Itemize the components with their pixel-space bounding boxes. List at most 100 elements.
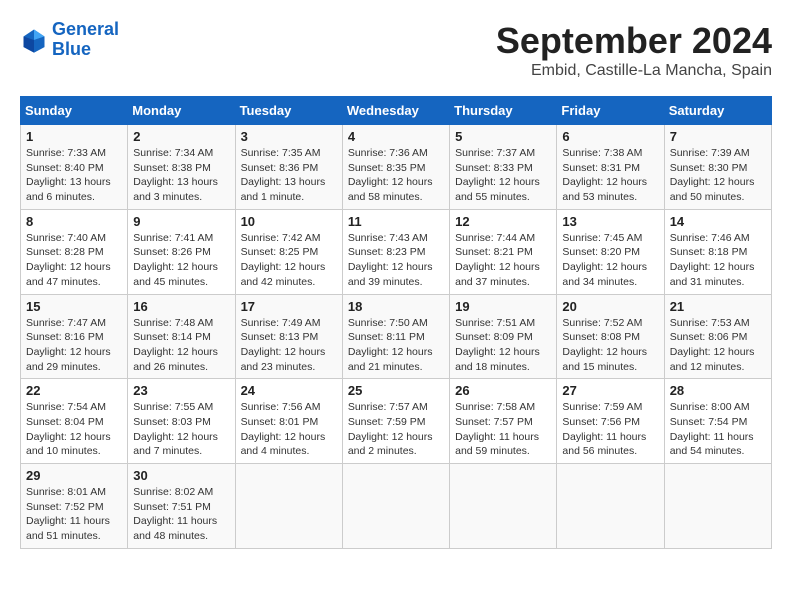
day-number: 8: [26, 214, 122, 229]
day-info: Sunrise: 7:56 AMSunset: 8:01 PMDaylight:…: [241, 400, 337, 459]
calendar-row: 22 Sunrise: 7:54 AMSunset: 8:04 PMDayligh…: [21, 379, 772, 464]
day-number: 25: [348, 383, 444, 398]
calendar-cell: 14 Sunrise: 7:46 AMSunset: 8:18 PMDayligh…: [664, 209, 771, 294]
calendar-cell: 27Sunrise: 7:59 AMSunset: 7:56 PMDayligh…: [557, 379, 664, 464]
day-info: Sunrise: 8:00 AMSunset: 7:54 PMDaylight:…: [670, 400, 766, 459]
page-container: General Blue September 2024 Embid, Casti…: [20, 20, 772, 549]
logo-line2: Blue: [52, 39, 91, 59]
col-wednesday: Wednesday: [342, 97, 449, 125]
day-info: Sunrise: 7:48 AMSunset: 8:14 PMDaylight:…: [133, 316, 229, 375]
day-info: Sunrise: 7:57 AMSunset: 7:59 PMDaylight:…: [348, 400, 444, 459]
month-title: September 2024: [496, 20, 772, 62]
logo-line1: General: [52, 19, 119, 39]
day-number: 18: [348, 299, 444, 314]
calendar-cell: 6Sunrise: 7:38 AMSunset: 8:31 PMDaylight…: [557, 125, 664, 210]
day-info: Sunrise: 7:42 AMSunset: 8:25 PMDaylight:…: [241, 231, 337, 290]
calendar-row: 29Sunrise: 8:01 AMSunset: 7:52 PMDayligh…: [21, 464, 772, 549]
calendar-row: 15 Sunrise: 7:47 AMSunset: 8:16 PMDayligh…: [21, 294, 772, 379]
calendar-cell: [664, 464, 771, 549]
day-info: Sunrise: 7:59 AMSunset: 7:56 PMDaylight:…: [562, 400, 658, 459]
calendar-cell: 25 Sunrise: 7:57 AMSunset: 7:59 PMDayligh…: [342, 379, 449, 464]
day-number: 17: [241, 299, 337, 314]
day-info: Sunrise: 7:34 AMSunset: 8:38 PMDaylight:…: [133, 146, 229, 205]
day-number: 9: [133, 214, 229, 229]
day-info: Sunrise: 8:02 AMSunset: 7:51 PMDaylight:…: [133, 485, 229, 544]
day-number: 5: [455, 129, 551, 144]
col-sunday: Sunday: [21, 97, 128, 125]
logo: General Blue: [20, 20, 119, 60]
day-info: Sunrise: 7:47 AMSunset: 8:16 PMDaylight:…: [26, 316, 122, 375]
col-monday: Monday: [128, 97, 235, 125]
col-tuesday: Tuesday: [235, 97, 342, 125]
day-info: Sunrise: 7:38 AMSunset: 8:31 PMDaylight:…: [562, 146, 658, 205]
day-number: 13: [562, 214, 658, 229]
day-info: Sunrise: 7:46 AMSunset: 8:18 PMDaylight:…: [670, 231, 766, 290]
location-title: Embid, Castille-La Mancha, Spain: [496, 62, 772, 80]
calendar-cell: 10Sunrise: 7:42 AMSunset: 8:25 PMDayligh…: [235, 209, 342, 294]
calendar-cell: 20 Sunrise: 7:52 AMSunset: 8:08 PMDayligh…: [557, 294, 664, 379]
calendar-row: 1Sunrise: 7:33 AMSunset: 8:40 PMDaylight…: [21, 125, 772, 210]
day-number: 12: [455, 214, 551, 229]
day-number: 16: [133, 299, 229, 314]
day-info: Sunrise: 7:54 AMSunset: 8:04 PMDaylight:…: [26, 400, 122, 459]
calendar-cell: 22 Sunrise: 7:54 AMSunset: 8:04 PMDayligh…: [21, 379, 128, 464]
day-number: 4: [348, 129, 444, 144]
calendar-cell: [235, 464, 342, 549]
day-info: Sunrise: 7:55 AMSunset: 8:03 PMDaylight:…: [133, 400, 229, 459]
day-info: Sunrise: 7:53 AMSunset: 8:06 PMDaylight:…: [670, 316, 766, 375]
day-number: 15: [26, 299, 122, 314]
day-info: Sunrise: 7:36 AMSunset: 8:35 PMDaylight:…: [348, 146, 444, 205]
day-number: 7: [670, 129, 766, 144]
day-info: Sunrise: 7:40 AMSunset: 8:28 PMDaylight:…: [26, 231, 122, 290]
calendar-cell: [557, 464, 664, 549]
calendar-cell: 9 Sunrise: 7:41 AMSunset: 8:26 PMDaylight…: [128, 209, 235, 294]
day-info: Sunrise: 7:39 AMSunset: 8:30 PMDaylight:…: [670, 146, 766, 205]
calendar-body: 1Sunrise: 7:33 AMSunset: 8:40 PMDaylight…: [21, 125, 772, 549]
calendar-cell: 2Sunrise: 7:34 AMSunset: 8:38 PMDaylight…: [128, 125, 235, 210]
day-info: Sunrise: 7:33 AMSunset: 8:40 PMDaylight:…: [26, 146, 122, 205]
day-info: Sunrise: 7:35 AMSunset: 8:36 PMDaylight:…: [241, 146, 337, 205]
calendar-cell: 19Sunrise: 7:51 AMSunset: 8:09 PMDayligh…: [450, 294, 557, 379]
calendar-table: Sunday Monday Tuesday Wednesday Thursday…: [20, 96, 772, 549]
calendar-cell: 24 Sunrise: 7:56 AMSunset: 8:01 PMDayligh…: [235, 379, 342, 464]
calendar-cell: 8 Sunrise: 7:40 AMSunset: 8:28 PMDaylight…: [21, 209, 128, 294]
title-area: September 2024 Embid, Castille-La Mancha…: [496, 20, 772, 80]
day-number: 30: [133, 468, 229, 483]
calendar-cell: 1Sunrise: 7:33 AMSunset: 8:40 PMDaylight…: [21, 125, 128, 210]
day-number: 11: [348, 214, 444, 229]
calendar-cell: 28Sunrise: 8:00 AMSunset: 7:54 PMDayligh…: [664, 379, 771, 464]
header: General Blue September 2024 Embid, Casti…: [20, 20, 772, 80]
calendar-cell: 4 Sunrise: 7:36 AMSunset: 8:35 PMDaylight…: [342, 125, 449, 210]
calendar-cell: 15 Sunrise: 7:47 AMSunset: 8:16 PMDayligh…: [21, 294, 128, 379]
day-info: Sunrise: 7:50 AMSunset: 8:11 PMDaylight:…: [348, 316, 444, 375]
day-info: Sunrise: 7:43 AMSunset: 8:23 PMDaylight:…: [348, 231, 444, 290]
calendar-cell: [450, 464, 557, 549]
col-friday: Friday: [557, 97, 664, 125]
calendar-cell: 30 Sunrise: 8:02 AMSunset: 7:51 PMDayligh…: [128, 464, 235, 549]
col-thursday: Thursday: [450, 97, 557, 125]
day-number: 26: [455, 383, 551, 398]
calendar-cell: 12 Sunrise: 7:44 AMSunset: 8:21 PMDayligh…: [450, 209, 557, 294]
day-number: 19: [455, 299, 551, 314]
day-number: 14: [670, 214, 766, 229]
day-number: 21: [670, 299, 766, 314]
day-info: Sunrise: 7:52 AMSunset: 8:08 PMDaylight:…: [562, 316, 658, 375]
day-info: Sunrise: 7:49 AMSunset: 8:13 PMDaylight:…: [241, 316, 337, 375]
calendar-cell: 23 Sunrise: 7:55 AMSunset: 8:03 PMDayligh…: [128, 379, 235, 464]
calendar-cell: 5Sunrise: 7:37 AMSunset: 8:33 PMDaylight…: [450, 125, 557, 210]
calendar-cell: 21 Sunrise: 7:53 AMSunset: 8:06 PMDayligh…: [664, 294, 771, 379]
day-info: Sunrise: 7:44 AMSunset: 8:21 PMDaylight:…: [455, 231, 551, 290]
day-number: 23: [133, 383, 229, 398]
calendar-cell: 7 Sunrise: 7:39 AMSunset: 8:30 PMDaylight…: [664, 125, 771, 210]
logo-text: General Blue: [52, 20, 119, 60]
calendar-cell: 26 Sunrise: 7:58 AMSunset: 7:57 PMDayligh…: [450, 379, 557, 464]
calendar-cell: 18 Sunrise: 7:50 AMSunset: 8:11 PMDayligh…: [342, 294, 449, 379]
day-info: Sunrise: 8:01 AMSunset: 7:52 PMDaylight:…: [26, 485, 122, 544]
day-number: 3: [241, 129, 337, 144]
day-number: 24: [241, 383, 337, 398]
day-info: Sunrise: 7:58 AMSunset: 7:57 PMDaylight:…: [455, 400, 551, 459]
calendar-cell: 17 Sunrise: 7:49 AMSunset: 8:13 PMDayligh…: [235, 294, 342, 379]
day-number: 22: [26, 383, 122, 398]
day-number: 20: [562, 299, 658, 314]
day-info: Sunrise: 7:41 AMSunset: 8:26 PMDaylight:…: [133, 231, 229, 290]
